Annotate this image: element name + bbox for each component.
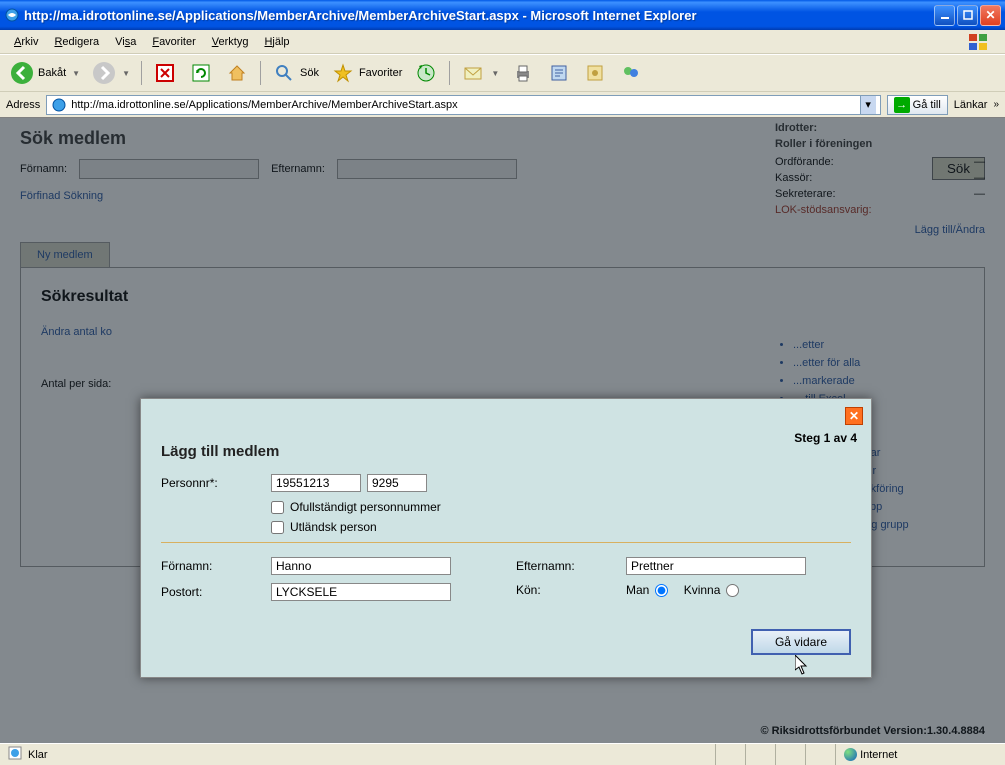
mail-icon [461,61,485,85]
personnr-label: Personnr*: [161,476,271,490]
forward-button[interactable]: ▼ [88,59,134,87]
discuss-icon [583,61,607,85]
edit-button[interactable] [543,59,575,87]
print-button[interactable] [507,59,539,87]
page-icon [8,746,22,763]
links-expand[interactable]: » [993,99,999,110]
print-icon [511,61,535,85]
refresh-icon [189,61,213,85]
menu-favoriter[interactable]: Favoriter [144,34,203,50]
back-icon [10,61,34,85]
zone-cell: Internet [835,744,1005,765]
address-label: Adress [6,99,40,111]
modal-title: Lägg till medlem [161,443,851,460]
status-cell [775,744,805,765]
url-text: http://ma.idrottonline.se/Applications/M… [71,99,859,111]
kon-label: Kön: [516,583,626,597]
globe-icon [844,748,857,761]
home-button[interactable] [221,59,253,87]
postort-input[interactable] [271,583,451,601]
search-icon [272,61,296,85]
address-bar: Adress http://ma.idrottonline.se/Applica… [0,92,1005,118]
personnr-date-input[interactable] [271,474,361,492]
ofullstandigt-checkbox[interactable] [271,501,284,514]
zone-text: Internet [860,749,897,761]
favorites-button[interactable]: Favoriter [327,59,406,87]
toolbar-separator [449,61,450,85]
ofullstandigt-label: Ofullständigt personnummer [290,500,441,514]
divider [161,542,851,543]
status-text: Klar [28,749,48,761]
maximize-button[interactable] [957,5,978,26]
address-dropdown[interactable]: ▾ [860,96,876,114]
stop-icon [153,61,177,85]
kvinna-label: Kvinna [684,583,721,597]
status-bar: Klar Internet [0,743,1005,765]
status-cell [805,744,835,765]
fornamn-input[interactable] [271,557,451,575]
mail-button[interactable]: ▼ [457,59,503,87]
status-cell [715,744,745,765]
search-label: Sök [300,67,319,79]
modal-close-button[interactable]: ✕ [845,407,863,425]
menu-redigera[interactable]: Redigera [46,34,107,50]
messenger-button[interactable] [615,59,647,87]
menu-bar: Arkiv Redigera Visa Favoriter Verktyg Hj… [0,30,1005,54]
fornamn-label: Förnamn: [161,559,271,573]
star-icon [331,61,355,85]
edit-icon [547,61,571,85]
go-icon: → [894,97,910,113]
home-icon [225,61,249,85]
utlandsk-label: Utländsk person [290,520,377,534]
refresh-button[interactable] [185,59,217,87]
ga-vidare-button[interactable]: Gå vidare [751,629,851,655]
ie-icon [4,7,20,23]
window-close-button[interactable]: ✕ [980,5,1001,26]
cursor-icon [795,655,809,680]
menu-verktyg[interactable]: Verktyg [204,34,257,50]
postort-label: Postort: [161,585,271,599]
chevron-down-icon: ▼ [72,69,80,78]
go-button[interactable]: → Gå till [887,95,948,115]
messenger-icon [619,61,643,85]
menu-arkiv[interactable]: Arkiv [6,34,46,50]
toolbar-separator [260,61,261,85]
search-button[interactable]: Sök [268,59,323,87]
menu-visa[interactable]: Visa [107,34,144,50]
windows-flag-icon [967,32,991,52]
browser-toolbar: Bakåt ▼ ▼ Sök Favoriter ▼ [0,54,1005,92]
utlandsk-checkbox[interactable] [271,521,284,534]
back-label: Bakåt [38,67,66,79]
content-area: Sök medlem Förnamn: Efternamn: Sök Förfi… [0,118,1005,743]
toolbar-separator [141,61,142,85]
chevron-down-icon: ▼ [491,69,499,78]
back-button[interactable]: Bakåt ▼ [6,59,84,87]
add-member-modal: ✕ Steg 1 av 4 Lägg till medlem Personnr*… [140,398,872,678]
links-label[interactable]: Länkar [954,99,988,111]
discuss-button[interactable] [579,59,611,87]
kvinna-radio[interactable] [726,584,739,597]
status-cell [745,744,775,765]
chevron-down-icon: ▼ [122,69,130,78]
stop-button[interactable] [149,59,181,87]
address-input[interactable]: http://ma.idrottonline.se/Applications/M… [46,95,880,115]
man-label: Man [626,583,649,597]
history-button[interactable] [410,59,442,87]
history-icon [414,61,438,85]
man-radio[interactable] [655,584,668,597]
step-indicator: Steg 1 av 4 [794,431,857,445]
efternamn-label: Efternamn: [516,559,626,573]
window-titlebar: http://ma.idrottonline.se/Applications/M… [0,0,1005,30]
favorites-label: Favoriter [359,67,402,79]
minimize-button[interactable] [934,5,955,26]
efternamn-input[interactable] [626,557,806,575]
page-icon [51,97,67,113]
forward-icon [92,61,116,85]
personnr-last-input[interactable] [367,474,427,492]
window-title: http://ma.idrottonline.se/Applications/M… [24,8,934,23]
go-label: Gå till [913,99,941,111]
menu-hjalp[interactable]: Hjälp [256,34,297,50]
